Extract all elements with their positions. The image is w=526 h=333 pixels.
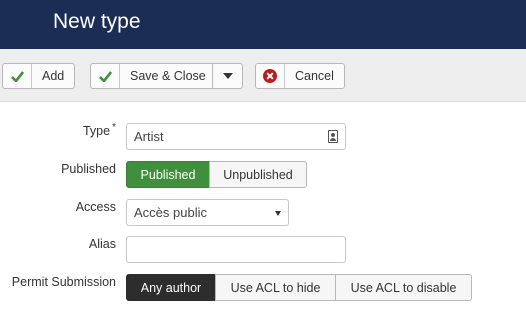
published-label: Published <box>61 162 116 176</box>
acl-disable-option[interactable]: Use ACL to disable <box>335 274 472 301</box>
cancel-button[interactable]: Cancel <box>255 63 345 89</box>
select-arrow-icon <box>275 211 281 216</box>
published-toggle: Published Unpublished <box>126 161 307 188</box>
contact-card-icon[interactable] <box>328 130 338 143</box>
permit-submission-toggle: Any author Use ACL to hide Use ACL to di… <box>126 274 472 301</box>
access-select[interactable]: Accès public <box>126 199 289 226</box>
permit-submission-label: Permit Submission <box>11 275 116 289</box>
page-title: New type <box>53 10 141 33</box>
type-field[interactable]: Artist <box>126 123 346 150</box>
add-button-label: Add <box>42 69 65 83</box>
required-mark: * <box>112 122 116 133</box>
save-close-button-label: Save & Close <box>130 69 206 83</box>
alias-label: Alias <box>88 237 116 251</box>
save-close-button[interactable]: Save & Close <box>90 63 217 89</box>
type-field-value: Artist <box>134 129 164 144</box>
acl-hide-option[interactable]: Use ACL to hide <box>215 274 336 301</box>
save-options-dropdown-button[interactable] <box>212 63 243 89</box>
cancel-icon <box>263 69 277 83</box>
cancel-button-label: Cancel <box>295 69 334 83</box>
alias-field[interactable] <box>126 236 346 263</box>
cancel-icon-wrap <box>256 64 285 88</box>
add-button[interactable]: Add <box>2 63 76 89</box>
check-icon <box>91 64 120 88</box>
type-label: Type * <box>82 122 116 138</box>
caret-down-icon <box>222 73 233 79</box>
toolbar: Add Save & Close Cancel <box>0 49 526 102</box>
access-label: Access <box>75 200 116 214</box>
any-author-option[interactable]: Any author <box>126 274 216 301</box>
page-header: New type <box>0 0 526 49</box>
unpublished-option[interactable]: Unpublished <box>209 161 307 188</box>
access-select-value: Accès public <box>134 205 207 220</box>
published-option[interactable]: Published <box>126 161 210 188</box>
check-icon <box>3 64 32 88</box>
